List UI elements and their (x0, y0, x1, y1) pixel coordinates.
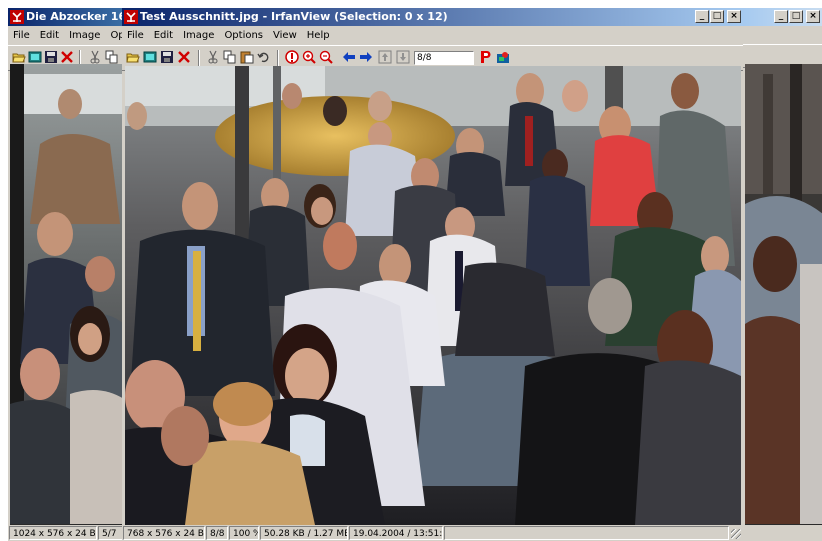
menu-file[interactable]: File (8, 30, 35, 41)
left-statusbar: 1024 x 576 x 24 BPP 5/7 (8, 525, 124, 541)
info-icon[interactable] (285, 50, 299, 64)
toolbar-separator (198, 50, 200, 66)
delete-icon[interactable] (177, 50, 191, 64)
app-icon (10, 10, 24, 24)
irfanview-icon[interactable] (496, 50, 510, 64)
window-title: Die Abzocker 16-91.3 (26, 10, 124, 23)
save-icon[interactable] (44, 50, 58, 64)
menu-help[interactable]: Help (302, 30, 335, 41)
right-window-titlebar[interactable]: _ □ × (743, 8, 822, 26)
photo-crowd-left (10, 64, 124, 524)
open-icon[interactable] (126, 50, 140, 64)
zoom-in-icon[interactable] (302, 50, 316, 64)
copy-icon[interactable] (223, 50, 237, 64)
right-statusbar (743, 525, 822, 541)
image-dimensions: 768 x 576 x 24 BPP (123, 526, 205, 540)
thumbnails-icon[interactable] (143, 50, 157, 64)
right-image-view[interactable] (745, 64, 822, 525)
main-statusbar: 768 x 576 x 24 BPP 8/8 100 % 50.28 KB / … (122, 525, 743, 541)
main-viewer-window[interactable]: Test Ausschnitt.jpg - IrfanView (Selecti… (122, 8, 743, 541)
cut-icon[interactable] (206, 50, 220, 64)
left-image-view[interactable] (10, 64, 124, 525)
resize-grip[interactable] (731, 529, 741, 539)
maximize-button[interactable]: □ (710, 10, 724, 23)
left-menubar: FileEditImageOption (8, 27, 124, 44)
prev-icon[interactable] (342, 50, 356, 64)
menu-file[interactable]: File (122, 30, 149, 41)
copy-icon[interactable] (105, 50, 119, 64)
minimize-button[interactable]: _ (695, 10, 709, 23)
print-icon[interactable] (478, 50, 492, 64)
first-icon[interactable] (378, 50, 392, 64)
close-button[interactable]: × (806, 10, 820, 23)
window-title: Test Ausschnitt.jpg - IrfanView (Selecti… (140, 10, 448, 23)
toolbar-separator (277, 50, 279, 66)
thumbnails-icon[interactable] (28, 50, 42, 64)
status-extra (444, 526, 729, 540)
file-date: 19.04.2004 / 13:51:36 (349, 526, 443, 540)
undo-icon[interactable] (257, 50, 271, 64)
maximize-button[interactable]: □ (789, 10, 803, 23)
save-icon[interactable] (160, 50, 174, 64)
minimize-button[interactable]: _ (774, 10, 788, 23)
open-icon[interactable] (12, 50, 26, 64)
cut-icon[interactable] (88, 50, 102, 64)
file-index: 5/7 (98, 526, 123, 540)
main-image-view[interactable] (125, 66, 741, 525)
zoom-level: 100 % (229, 526, 259, 540)
page-number-field[interactable]: 8/8 (414, 51, 474, 65)
last-icon[interactable] (396, 50, 410, 64)
delete-icon[interactable] (60, 50, 74, 64)
menu-edit[interactable]: Edit (35, 30, 64, 41)
menu-image[interactable]: Image (64, 30, 105, 41)
menu-edit[interactable]: Edit (149, 30, 178, 41)
zoom-out-icon[interactable] (319, 50, 333, 64)
right-viewer-window[interactable]: _ □ × (743, 8, 822, 541)
titlebar-buttons: _ □ × (773, 10, 820, 23)
file-size: 50.28 KB / 1.27 MB (260, 526, 348, 540)
menu-options[interactable]: Options (219, 30, 268, 41)
titlebar-buttons: _ □ × (694, 10, 741, 23)
main-menubar: File Edit Image Options View Help (122, 27, 743, 44)
menu-image[interactable]: Image (178, 30, 219, 41)
image-dimensions: 1024 x 576 x 24 BPP (9, 526, 97, 540)
photo-crowd-right (745, 64, 822, 524)
left-viewer-window[interactable]: Die Abzocker 16-91.3 FileEditImageOption (8, 8, 124, 541)
left-window-titlebar[interactable]: Die Abzocker 16-91.3 (8, 8, 124, 26)
next-icon[interactable] (359, 50, 373, 64)
photo-crowd-main (125, 66, 741, 525)
menu-view[interactable]: View (268, 30, 302, 41)
file-index: 8/8 (206, 526, 228, 540)
app-icon (124, 10, 138, 24)
close-button[interactable]: × (727, 10, 741, 23)
main-window-titlebar[interactable]: Test Ausschnitt.jpg - IrfanView (Selecti… (122, 8, 743, 26)
paste-icon[interactable] (240, 50, 254, 64)
